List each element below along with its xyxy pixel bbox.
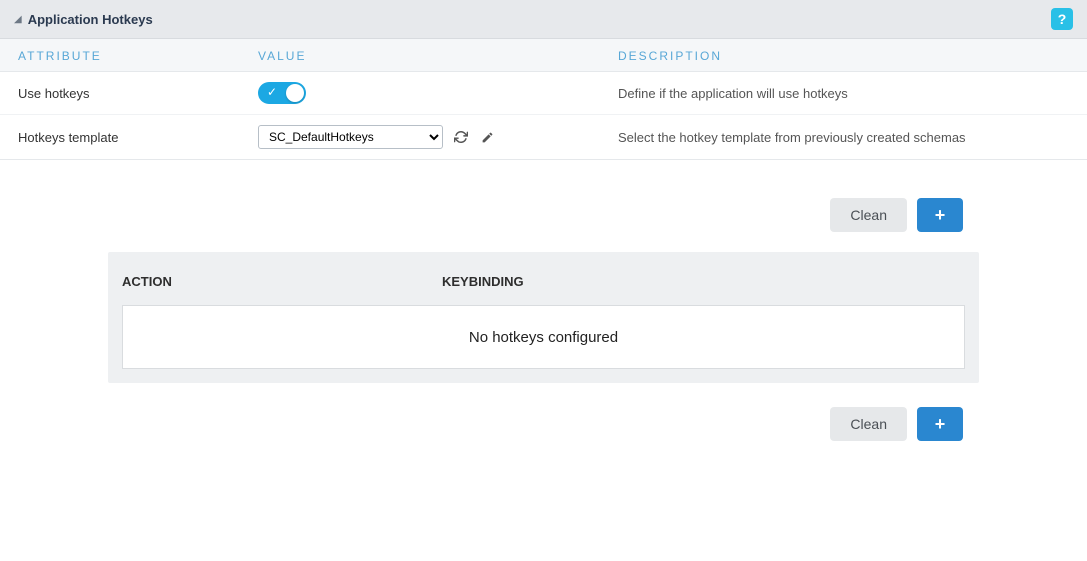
panel-title-wrap[interactable]: ◢ Application Hotkeys [14,12,153,27]
actions-bar-bottom: Clean + [0,383,1087,481]
help-button[interactable]: ? [1051,8,1073,30]
column-header-attribute: ATTRIBUTE [18,49,258,63]
hotkeys-template-select[interactable]: SC_DefaultHotkeys [258,125,443,149]
hotkeys-header-keybinding: KEYBINDING [442,274,965,289]
hotkeys-panel: ACTION KEYBINDING No hotkeys configured [108,252,979,383]
setting-row-use-hotkeys: Use hotkeys ✓ Define if the application … [0,72,1087,115]
hotkeys-headers: ACTION KEYBINDING [108,252,979,305]
actions-bar-top: Clean + [0,160,1087,252]
help-icon: ? [1058,11,1067,27]
add-button[interactable]: + [917,407,963,441]
hotkeys-header-action: ACTION [122,274,442,289]
add-button[interactable]: + [917,198,963,232]
refresh-icon[interactable] [453,129,469,145]
edit-icon[interactable] [479,129,495,145]
check-icon: ✓ [267,85,277,99]
column-header-value: VALUE [258,49,618,63]
setting-row-hotkeys-template: Hotkeys template SC_DefaultHotkeys Selec… [0,115,1087,160]
column-header-description: DESCRIPTION [618,49,1069,63]
clean-button[interactable]: Clean [830,407,907,441]
clean-button[interactable]: Clean [830,198,907,232]
panel-header: ◢ Application Hotkeys ? [0,0,1087,39]
panel-title: Application Hotkeys [28,12,153,27]
collapse-triangle-icon[interactable]: ◢ [14,14,22,25]
toggle-knob [286,84,304,102]
setting-label: Hotkeys template [18,130,258,145]
hotkeys-empty-message: No hotkeys configured [469,329,618,346]
use-hotkeys-toggle[interactable]: ✓ [258,82,306,104]
setting-description: Define if the application will use hotke… [618,86,1069,101]
setting-description: Select the hotkey template from previous… [618,130,1069,145]
setting-label: Use hotkeys [18,86,258,101]
hotkeys-empty-state: No hotkeys configured [122,305,965,369]
settings-column-headers: ATTRIBUTE VALUE DESCRIPTION [0,39,1087,72]
